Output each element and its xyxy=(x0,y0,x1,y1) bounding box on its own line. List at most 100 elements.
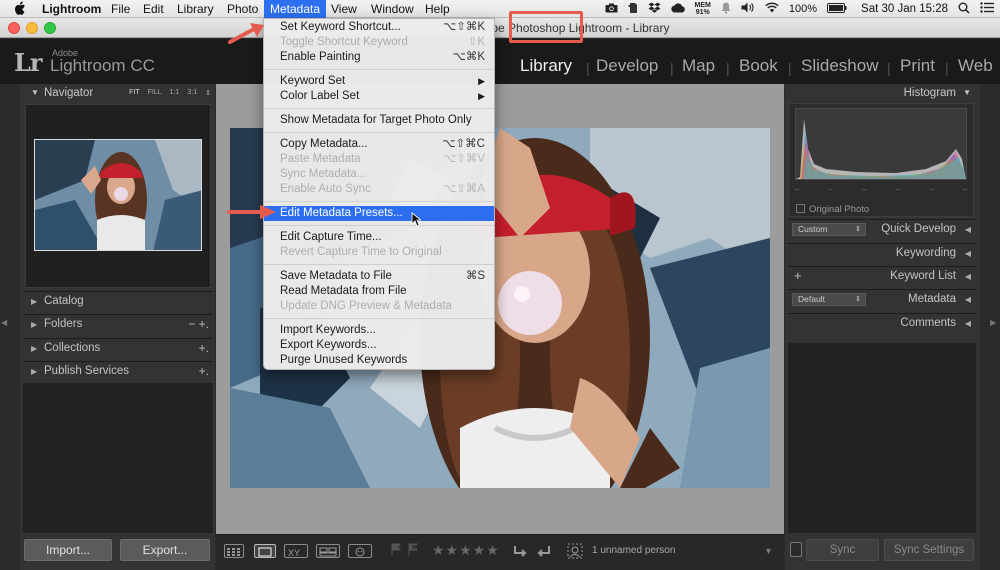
left-panel-collapse-arrow[interactable]: ◀ xyxy=(1,318,7,327)
right-panel-collapse-arrow[interactable]: ▶ xyxy=(990,318,996,327)
spotlight-search-icon[interactable] xyxy=(958,2,970,17)
menu-metadata[interactable]: Metadata xyxy=(264,0,327,18)
histogram-header[interactable]: Histogram ▼ xyxy=(788,86,976,102)
apple-icon[interactable] xyxy=(14,1,28,17)
navigator-header[interactable]: ▼ Navigator FIT FILL 1:1 3:1 ⇕ xyxy=(23,86,213,102)
menu-app-lightroom[interactable]: Lightroom xyxy=(36,0,107,18)
camera-icon[interactable] xyxy=(605,3,618,16)
close-window-button[interactable] xyxy=(8,22,20,34)
menu-item-toggle-shortcut-keyword: Toggle Shortcut Keyword ⇧K xyxy=(264,35,494,50)
saved-preset-value: Custom xyxy=(798,224,828,234)
module-map[interactable]: Map xyxy=(682,56,715,76)
comments-panel-header[interactable]: Comments ◀ xyxy=(788,313,976,334)
sync-button[interactable]: Sync xyxy=(806,539,879,561)
zoom-fit[interactable]: FIT xyxy=(129,89,140,97)
catalog-panel-header[interactable]: ▶ Catalog xyxy=(23,291,213,311)
module-library[interactable]: Library xyxy=(520,56,572,76)
menu-item-set-keyword-shortcut[interactable]: Set Keyword Shortcut... ⌥⇧⌘K xyxy=(264,20,494,35)
publish-services-add-button[interactable]: +. xyxy=(199,364,209,378)
battery-percentage[interactable]: 100% xyxy=(789,3,817,15)
survey-view-icon[interactable] xyxy=(316,544,340,558)
original-photo-toggle[interactable]: Original Photo xyxy=(796,204,869,215)
menu-item-edit-metadata-presets[interactable]: Edit Metadata Presets... xyxy=(264,206,494,221)
import-button[interactable]: Import... xyxy=(24,539,112,561)
menu-item-export-keywords[interactable]: Export Keywords... xyxy=(264,338,494,353)
zoom-fill[interactable]: FILL xyxy=(148,89,162,97)
menu-item-read-metadata-from-file[interactable]: Read Metadata from File xyxy=(264,284,494,299)
clock[interactable]: Sat 30 Jan 15:28 xyxy=(861,3,948,15)
folders-actions[interactable]: − +. xyxy=(188,317,209,331)
navigator-thumbnail[interactable] xyxy=(34,139,202,251)
dropbox-icon[interactable] xyxy=(648,2,661,16)
zoom-window-button[interactable] xyxy=(44,22,56,34)
zoom-1-1[interactable]: 1:1 xyxy=(170,89,180,97)
rotate-left-icon[interactable] xyxy=(512,543,528,564)
menu-item-label: Paste Metadata xyxy=(280,153,361,165)
metadata-panel-header[interactable]: Default ⇕ Metadata ◀ xyxy=(788,289,976,310)
menu-item-import-keywords[interactable]: Import Keywords... xyxy=(264,323,494,338)
flag-reject-icon[interactable] xyxy=(407,543,419,562)
metadata-preset-select[interactable]: Default ⇕ xyxy=(792,293,866,306)
zoom-stepper-icon[interactable]: ⇕ xyxy=(205,89,211,97)
publish-services-label: Publish Services xyxy=(44,365,130,377)
menu-item-keyword-set[interactable]: Keyword Set ▶ xyxy=(264,74,494,89)
menu-item-purge-unused-keywords[interactable]: Purge Unused Keywords xyxy=(264,353,494,368)
histogram-graph[interactable] xyxy=(795,108,967,180)
keyword-list-panel-header[interactable]: + Keyword List ◀ xyxy=(788,266,976,287)
zoom-3-1[interactable]: 3:1 xyxy=(187,89,197,97)
add-keyword-button[interactable]: + xyxy=(794,268,802,283)
menu-item-save-metadata-to-file[interactable]: Save Metadata to File ⌘S xyxy=(264,269,494,284)
rotate-right-icon[interactable] xyxy=(536,543,552,564)
library-toolbar: XY ★★★★★ 1 unnamed person ▼ xyxy=(216,534,784,570)
menu-window[interactable]: Window xyxy=(365,0,420,18)
menu-item-label: Read Metadata from File xyxy=(280,285,407,297)
module-book[interactable]: Book xyxy=(739,56,778,76)
battery-icon[interactable] xyxy=(827,2,847,16)
star-rating[interactable]: ★★★★★ xyxy=(432,542,500,559)
menu-photo[interactable]: Photo xyxy=(221,0,264,18)
creative-cloud-icon[interactable] xyxy=(670,2,685,16)
menu-view[interactable]: View xyxy=(325,0,363,18)
menu-item-enable-painting[interactable]: Enable Painting ⌥⌘K xyxy=(264,50,494,65)
menu-separator xyxy=(264,108,494,109)
collections-panel-header[interactable]: ▶ Collections +. xyxy=(23,338,213,358)
wifi-icon[interactable] xyxy=(765,2,779,16)
expand-triangle-icon: ◀ xyxy=(964,225,971,234)
minimize-window-button[interactable] xyxy=(26,22,38,34)
loupe-view-icon[interactable] xyxy=(254,544,276,558)
menu-item-color-label-set[interactable]: Color Label Set ▶ xyxy=(264,89,494,104)
notification-center-icon[interactable] xyxy=(980,2,994,16)
flag-pick-icon[interactable] xyxy=(390,543,402,562)
export-button[interactable]: Export... xyxy=(120,539,210,561)
menu-separator xyxy=(264,201,494,202)
menu-help[interactable]: Help xyxy=(419,0,456,18)
evernote-icon[interactable] xyxy=(628,2,638,17)
draw-face-region-icon[interactable] xyxy=(566,542,584,565)
grid-view-icon[interactable] xyxy=(224,544,244,558)
sync-settings-button[interactable]: Sync Settings xyxy=(884,539,974,561)
menu-item-copy-metadata[interactable]: Copy Metadata... ⌥⇧⌘C xyxy=(264,137,494,152)
quick-develop-panel-header[interactable]: Custom ⇕ Quick Develop ◀ xyxy=(788,219,976,240)
menu-library[interactable]: Library xyxy=(171,0,220,18)
menu-file[interactable]: File xyxy=(105,0,136,18)
module-slideshow[interactable]: Slideshow xyxy=(801,56,879,76)
collections-add-button[interactable]: +. xyxy=(199,341,209,355)
module-develop[interactable]: Develop xyxy=(596,56,658,76)
menu-edit[interactable]: Edit xyxy=(137,0,170,18)
memory-usage-indicator[interactable]: MEM 91% xyxy=(695,2,711,16)
keywording-panel-header[interactable]: Keywording ◀ xyxy=(788,243,976,264)
original-photo-checkbox[interactable] xyxy=(796,204,805,213)
saved-preset-select[interactable]: Custom ⇕ xyxy=(792,223,866,236)
auto-sync-switch[interactable] xyxy=(790,542,802,557)
notification-bell-icon[interactable] xyxy=(721,2,731,17)
publish-services-panel-header[interactable]: ▶ Publish Services +. xyxy=(23,361,213,381)
people-view-icon[interactable] xyxy=(348,544,372,558)
volume-icon[interactable] xyxy=(741,2,755,16)
menu-item-edit-capture-time[interactable]: Edit Capture Time... xyxy=(264,230,494,245)
toolbar-options-chevron-icon[interactable]: ▼ xyxy=(764,546,773,556)
folders-panel-header[interactable]: ▶ Folders − +. xyxy=(23,314,213,334)
compare-view-icon[interactable]: XY xyxy=(284,544,308,558)
module-print[interactable]: Print xyxy=(900,56,935,76)
module-web[interactable]: Web xyxy=(958,56,993,76)
menu-item-show-metadata-target-only[interactable]: Show Metadata for Target Photo Only xyxy=(264,113,494,128)
